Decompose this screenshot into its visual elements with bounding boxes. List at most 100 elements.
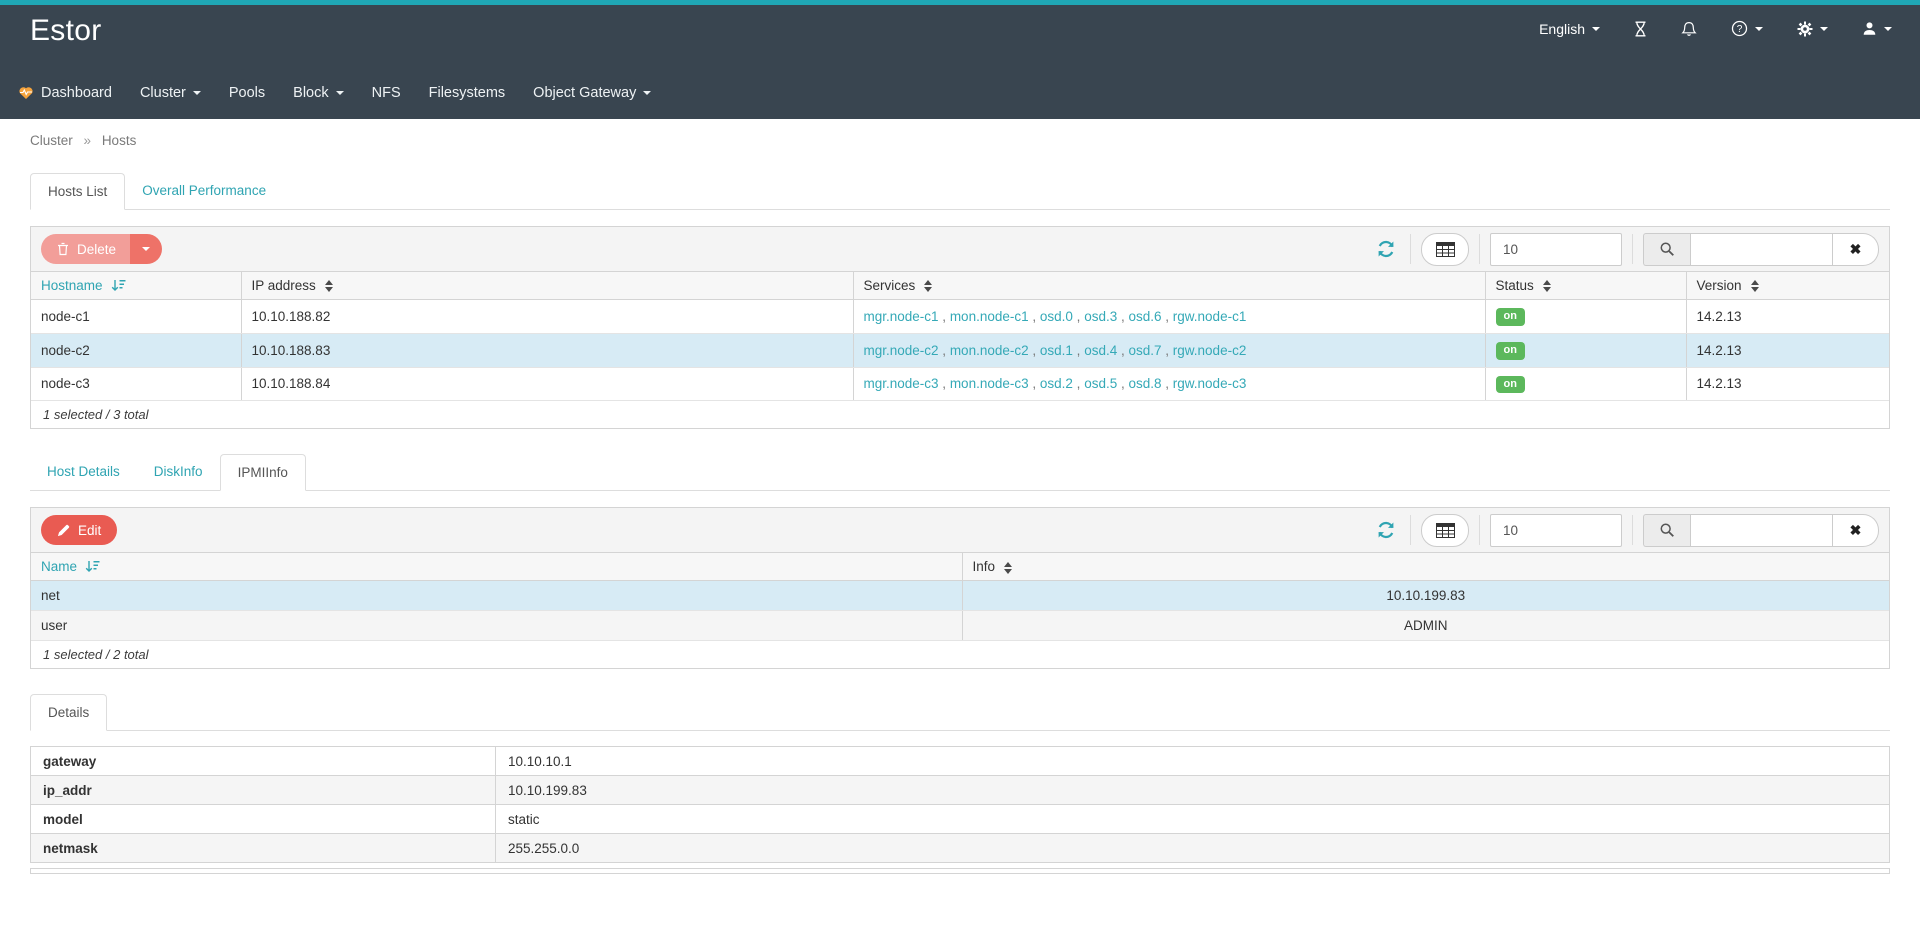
table-icon — [1436, 523, 1455, 538]
toolbar-divider — [1410, 515, 1411, 545]
help-icon: ? — [1731, 20, 1748, 37]
nav-item-cluster[interactable]: Cluster — [126, 73, 215, 113]
service-link-mgr-node-c2[interactable]: mgr.node-c2 — [864, 343, 939, 358]
caret-down-icon — [643, 91, 651, 95]
tab-overall-performance[interactable]: Overall Performance — [125, 173, 283, 210]
notifications-button[interactable] — [1681, 21, 1697, 37]
col-header-services[interactable]: Services — [853, 272, 1485, 300]
ipmi-search-input[interactable] — [1690, 514, 1833, 547]
hostname-cell: node-c1 — [31, 300, 241, 334]
app-brand: Estor — [30, 11, 102, 52]
user-menu[interactable] — [1862, 21, 1892, 36]
tab-details[interactable]: Details — [30, 694, 107, 731]
top-navbar: Estor English ? — [0, 0, 1920, 119]
hosts-refresh-button[interactable] — [1372, 239, 1400, 259]
ipmi-search-group: ✖ — [1643, 514, 1879, 547]
col-label: Hostname — [41, 278, 103, 293]
tab-diskinfo[interactable]: DiskInfo — [137, 454, 220, 491]
info-cell: ADMIN — [962, 611, 1889, 641]
settings-menu[interactable] — [1797, 21, 1828, 37]
service-link-osd-2[interactable]: osd.2 — [1040, 376, 1073, 391]
task-queue-button[interactable] — [1634, 21, 1647, 37]
nav-item-object-gateway[interactable]: Object Gateway — [519, 73, 665, 113]
service-link-mgr-node-c3[interactable]: mgr.node-c3 — [864, 376, 939, 391]
col-header-info[interactable]: Info — [962, 553, 1889, 581]
sort-icon — [1004, 562, 1012, 574]
service-link-rgw-node-c1[interactable]: rgw.node-c1 — [1173, 309, 1247, 324]
status-badge: on — [1496, 376, 1525, 394]
brand-row: Estor English ? — [0, 5, 1920, 67]
ipmi-refresh-button[interactable] — [1372, 520, 1400, 540]
hosts-toolbar: Delete ✖ — [31, 227, 1889, 271]
details-tabs: Details — [30, 694, 1890, 731]
delete-button-main[interactable]: Delete — [41, 234, 130, 264]
search-icon — [1659, 522, 1675, 538]
ipmi-row-net[interactable]: net10.10.199.83 — [31, 581, 1889, 611]
service-separator: , — [939, 309, 950, 324]
tab-hosts-list[interactable]: Hosts List — [30, 173, 125, 210]
delete-button[interactable]: Delete — [41, 234, 162, 264]
host-row-node-c3[interactable]: node-c310.10.188.84mgr.node-c3 , mon.nod… — [31, 367, 1889, 401]
pencil-icon — [57, 524, 70, 537]
language-menu[interactable]: English — [1539, 21, 1600, 37]
services-cell: mgr.node-c3 , mon.node-c3 , osd.2 , osd.… — [853, 367, 1485, 401]
hosts-column-toggle-button[interactable] — [1421, 233, 1469, 266]
col-header-ip-address[interactable]: IP address — [241, 272, 853, 300]
service-link-osd-8[interactable]: osd.8 — [1128, 376, 1161, 391]
delete-dropdown-toggle[interactable] — [130, 234, 162, 264]
nav-item-dashboard[interactable]: Dashboard — [18, 73, 126, 113]
detail-key-cell: model — [31, 805, 496, 834]
ipmi-table-header-row: Name Info — [31, 553, 1889, 581]
service-link-rgw-node-c2[interactable]: rgw.node-c2 — [1173, 343, 1247, 358]
toolbar-divider — [1479, 515, 1480, 545]
ipmi-column-toggle-button[interactable] — [1421, 514, 1469, 547]
edit-button[interactable]: Edit — [41, 515, 117, 545]
help-menu[interactable]: ? — [1731, 20, 1763, 37]
top-controls: English ? — [1539, 11, 1892, 37]
service-link-osd-5[interactable]: osd.5 — [1084, 376, 1117, 391]
breadcrumb-hosts: Hosts — [102, 133, 137, 148]
service-link-osd-6[interactable]: osd.6 — [1128, 309, 1161, 324]
service-link-mon-node-c1[interactable]: mon.node-c1 — [950, 309, 1029, 324]
nav-item-label: Object Gateway — [533, 85, 636, 101]
ipmi-row-user[interactable]: userADMIN — [31, 611, 1889, 641]
service-link-osd-0[interactable]: osd.0 — [1040, 309, 1073, 324]
col-header-name[interactable]: Name — [31, 553, 962, 581]
search-icon — [1659, 241, 1675, 257]
col-header-status[interactable]: Status — [1485, 272, 1686, 300]
caret-down-icon — [1884, 27, 1892, 31]
nav-item-nfs[interactable]: NFS — [358, 73, 415, 113]
host-row-node-c2[interactable]: node-c210.10.188.83mgr.node-c2 , mon.nod… — [31, 333, 1889, 367]
service-link-rgw-node-c3[interactable]: rgw.node-c3 — [1173, 376, 1247, 391]
service-link-mon-node-c3[interactable]: mon.node-c3 — [950, 376, 1029, 391]
service-link-mgr-node-c1[interactable]: mgr.node-c1 — [864, 309, 939, 324]
trash-icon — [57, 242, 69, 256]
service-separator: , — [939, 343, 950, 358]
service-link-osd-1[interactable]: osd.1 — [1040, 343, 1073, 358]
host-row-node-c1[interactable]: node-c110.10.188.82mgr.node-c1 , mon.nod… — [31, 300, 1889, 334]
nav-item-filesystems[interactable]: Filesystems — [415, 73, 520, 113]
service-separator: , — [939, 376, 950, 391]
nav-item-pools[interactable]: Pools — [215, 73, 279, 113]
sort-amount-icon — [85, 560, 100, 573]
hosts-page-size-input[interactable] — [1490, 233, 1622, 266]
col-header-hostname[interactable]: Hostname — [31, 272, 241, 300]
service-separator: , — [1162, 343, 1173, 358]
service-link-osd-3[interactable]: osd.3 — [1084, 309, 1117, 324]
tab-ipmiinfo[interactable]: IPMIInfo — [220, 454, 306, 491]
hostname-cell: node-c2 — [31, 333, 241, 367]
service-link-osd-4[interactable]: osd.4 — [1084, 343, 1117, 358]
breadcrumb-cluster[interactable]: Cluster — [30, 133, 73, 148]
col-header-version[interactable]: Version — [1686, 272, 1889, 300]
ipmi-page-size-input[interactable] — [1490, 514, 1622, 547]
ipmi-search-clear-button[interactable]: ✖ — [1833, 514, 1879, 547]
sort-icon — [325, 280, 333, 292]
hosts-search-clear-button[interactable]: ✖ — [1833, 233, 1879, 266]
caret-down-icon — [1755, 27, 1763, 31]
nav-item-block[interactable]: Block — [279, 73, 357, 113]
service-link-mon-node-c2[interactable]: mon.node-c2 — [950, 343, 1029, 358]
hosts-table-footer: 1 selected / 3 total — [31, 401, 1889, 428]
tab-host-details[interactable]: Host Details — [30, 454, 137, 491]
hosts-search-input[interactable] — [1690, 233, 1833, 266]
service-link-osd-7[interactable]: osd.7 — [1128, 343, 1161, 358]
